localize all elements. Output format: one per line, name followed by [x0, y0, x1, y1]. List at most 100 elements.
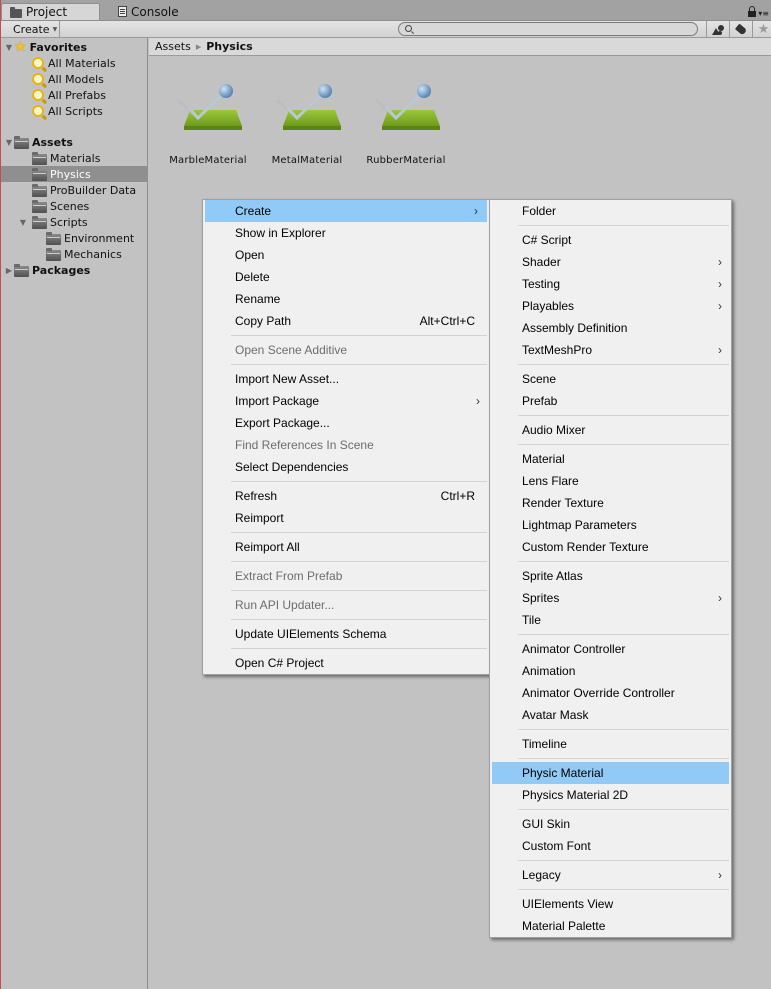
menu-separator	[203, 478, 489, 485]
tree-item-scripts[interactable]: ▼ Scripts	[0, 214, 148, 230]
menu-item-label: Animator Override Controller	[522, 686, 675, 700]
create-item-material-palette[interactable]: Material Palette	[490, 915, 731, 937]
tree-item-physics[interactable]: Physics	[0, 166, 148, 182]
create-item-folder[interactable]: Folder	[490, 200, 731, 222]
menu-item-label: Shader	[522, 255, 561, 269]
create-item-legacy[interactable]: Legacy ›	[490, 864, 731, 886]
create-item-prefab[interactable]: Prefab	[490, 390, 731, 412]
expand-arrow-icon[interactable]: ▼	[18, 218, 28, 227]
create-item-timeline[interactable]: Timeline	[490, 733, 731, 755]
create-item-custom-render-texture[interactable]: Custom Render Texture	[490, 536, 731, 558]
menu-item-label: UIElements View	[522, 897, 614, 911]
tree-item-all-prefabs[interactable]: All Prefabs	[0, 87, 148, 103]
tree-item-mechanics[interactable]: Mechanics	[0, 246, 148, 262]
menu-item-delete[interactable]: Delete	[203, 266, 489, 288]
folder-icon	[32, 151, 47, 165]
physic-material-icon	[366, 80, 446, 140]
menu-item-label: Select Dependencies	[235, 460, 349, 474]
search-by-label-button[interactable]	[729, 21, 751, 38]
submenu-chevron-icon: ›	[474, 204, 478, 218]
asset-item[interactable]: MetalMaterial	[257, 80, 357, 166]
lock-icon[interactable]	[748, 5, 757, 17]
search-icon	[405, 25, 412, 32]
menu-item-create[interactable]: Create ›	[205, 200, 487, 222]
breadcrumb-root[interactable]: Assets	[155, 40, 191, 53]
tree-item-scenes[interactable]: Scenes	[0, 198, 148, 214]
create-item-lightmap-parameters[interactable]: Lightmap Parameters	[490, 514, 731, 536]
tree-item-packages[interactable]: ▶ Packages	[0, 262, 148, 278]
create-item-scene[interactable]: Scene	[490, 368, 731, 390]
menu-item-open[interactable]: Open	[203, 244, 489, 266]
menu-item-import-package[interactable]: Import Package ›	[203, 390, 489, 412]
tab-label: Project	[26, 5, 68, 19]
create-item-shader[interactable]: Shader ›	[490, 251, 731, 273]
tree-item-probuilder-data[interactable]: ProBuilder Data	[0, 182, 148, 198]
menu-item-export-package[interactable]: Export Package...	[203, 412, 489, 434]
tag-icon	[734, 23, 747, 36]
menu-separator	[203, 645, 489, 652]
submenu-chevron-icon: ›	[476, 394, 480, 408]
create-item-animation[interactable]: Animation	[490, 660, 731, 682]
create-item-custom-font[interactable]: Custom Font	[490, 835, 731, 857]
breadcrumb-current[interactable]: Physics	[206, 40, 252, 53]
create-item-physic-material[interactable]: Physic Material	[492, 762, 729, 784]
menu-item-label: Render Texture	[522, 496, 604, 510]
tree-item-assets[interactable]: ▼ Assets	[0, 134, 148, 150]
tab-console[interactable]: Console	[110, 3, 200, 20]
menu-item-label: Physic Material	[522, 766, 604, 780]
menu-item-rename[interactable]: Rename	[203, 288, 489, 310]
search-input[interactable]	[398, 22, 698, 36]
create-item-material[interactable]: Material	[490, 448, 731, 470]
create-item-gui-skin[interactable]: GUI Skin	[490, 813, 731, 835]
create-item-assembly-definition[interactable]: Assembly Definition	[490, 317, 731, 339]
menu-item-select-dependencies[interactable]: Select Dependencies	[203, 456, 489, 478]
search-by-type-button[interactable]	[706, 21, 728, 38]
create-item-avatar-mask[interactable]: Avatar Mask	[490, 704, 731, 726]
create-item-uielements-view[interactable]: UIElements View	[490, 893, 731, 915]
tree-item-all-scripts[interactable]: All Scripts	[0, 103, 148, 119]
folder-icon	[10, 6, 22, 18]
create-item-playables[interactable]: Playables ›	[490, 295, 731, 317]
menu-item-show-in-explorer[interactable]: Show in Explorer	[203, 222, 489, 244]
menu-item-label: Show in Explorer	[235, 226, 326, 240]
create-label: Create	[13, 23, 50, 36]
create-item-sprite-atlas[interactable]: Sprite Atlas	[490, 565, 731, 587]
menu-item-update-uielements-schema[interactable]: Update UIElements Schema	[203, 623, 489, 645]
submenu-chevron-icon: ›	[718, 255, 722, 269]
create-item-physics-material-2d[interactable]: Physics Material 2D	[490, 784, 731, 806]
tree-item-materials[interactable]: Materials	[0, 150, 148, 166]
menu-item-open-c-project[interactable]: Open C# Project	[203, 652, 489, 674]
tree-item-favorites[interactable]: ▼ ★ Favorites	[0, 39, 148, 55]
folder-icon	[14, 263, 29, 277]
create-item-tile[interactable]: Tile	[490, 609, 731, 631]
create-item-render-texture[interactable]: Render Texture	[490, 492, 731, 514]
menu-separator	[490, 806, 731, 813]
create-item-c-script[interactable]: C# Script	[490, 229, 731, 251]
create-item-lens-flare[interactable]: Lens Flare	[490, 470, 731, 492]
menu-item-copy-path[interactable]: Copy Path Alt+Ctrl+C	[203, 310, 489, 332]
expand-arrow-icon[interactable]: ▼	[4, 43, 14, 52]
tree-item-all-materials[interactable]: All Materials	[0, 55, 148, 71]
create-item-animator-override-controller[interactable]: Animator Override Controller	[490, 682, 731, 704]
create-item-audio-mixer[interactable]: Audio Mixer	[490, 419, 731, 441]
tree-item-all-models[interactable]: All Models	[0, 71, 148, 87]
expand-arrow-icon[interactable]: ▼	[4, 138, 14, 147]
collapse-arrow-icon[interactable]: ▶	[4, 266, 14, 275]
asset-item[interactable]: RubberMaterial	[356, 80, 456, 166]
create-item-testing[interactable]: Testing ›	[490, 273, 731, 295]
menu-item-import-new-asset[interactable]: Import New Asset...	[203, 368, 489, 390]
menu-item-reimport-all[interactable]: Reimport All	[203, 536, 489, 558]
tab-project[interactable]: Project	[1, 3, 100, 20]
window-menu-icon[interactable]: ▾≡	[758, 9, 769, 18]
tree-item-environment[interactable]: Environment	[0, 230, 148, 246]
menu-item-refresh[interactable]: Refresh Ctrl+R	[203, 485, 489, 507]
create-item-textmeshpro[interactable]: TextMeshPro ›	[490, 339, 731, 361]
asset-item[interactable]: MarbleMaterial	[158, 80, 258, 166]
tree-label: Assets	[32, 135, 73, 149]
favorite-search-button[interactable]: ★	[752, 21, 771, 38]
create-dropdown-button[interactable]: Create ▼	[5, 21, 60, 38]
create-item-animator-controller[interactable]: Animator Controller	[490, 638, 731, 660]
tree-label: Mechanics	[64, 247, 122, 261]
menu-item-reimport[interactable]: Reimport	[203, 507, 489, 529]
create-item-sprites[interactable]: Sprites ›	[490, 587, 731, 609]
